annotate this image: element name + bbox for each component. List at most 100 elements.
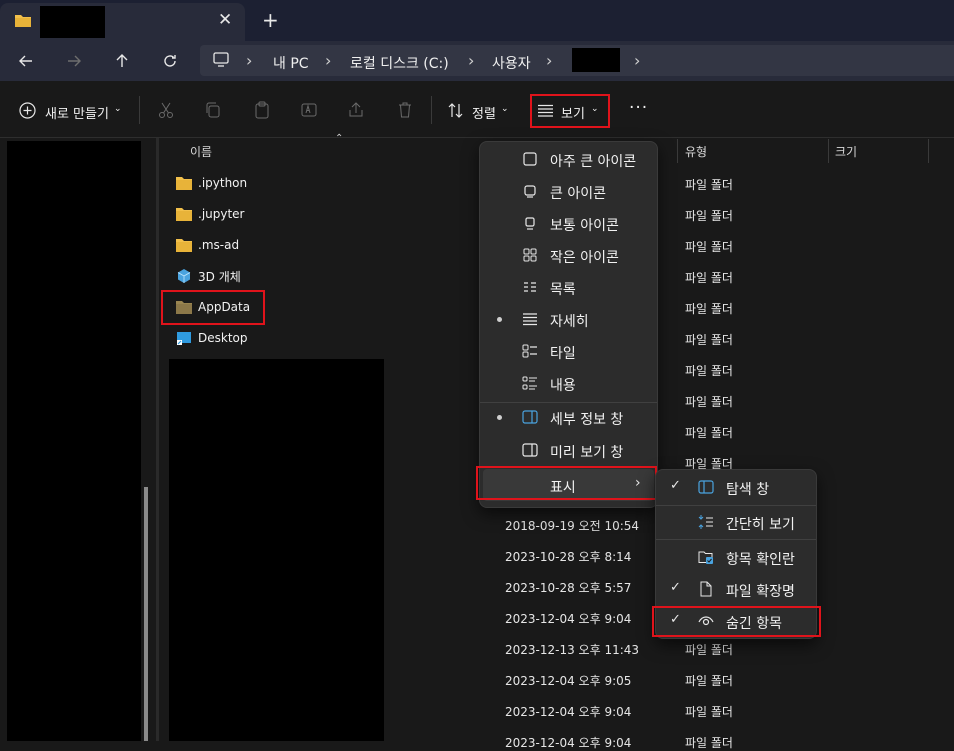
submenu-item-checkboxes[interactable]: 항목 확인란 — [656, 541, 816, 573]
file-type: 파일 폴더 — [685, 395, 733, 409]
chevron-right-icon: › — [246, 51, 253, 70]
window-tab[interactable]: ✕ — [0, 3, 245, 41]
column-header-name[interactable]: 이름 — [190, 143, 212, 160]
redacted-tab-title — [40, 6, 105, 38]
chevron-right-icon[interactable]: › — [634, 51, 640, 70]
file-type: 파일 폴더 — [685, 643, 733, 657]
folder-icon — [176, 239, 192, 252]
arrow-up-icon — [116, 54, 128, 67]
navigation-scrollbar[interactable] — [144, 487, 148, 741]
plus-circle-icon — [19, 102, 36, 119]
file-row[interactable]: Desktop — [176, 326, 248, 350]
breadcrumb-this-pc[interactable]: 내 PC — [273, 53, 309, 73]
checkbox-folder-icon — [698, 551, 713, 564]
up-button[interactable] — [109, 49, 135, 73]
menu-item-tiles[interactable]: 타일 — [480, 335, 657, 367]
appdata-highlight — [161, 290, 265, 325]
column-divider[interactable] — [677, 139, 678, 163]
file-row[interactable]: .ms-ad — [176, 233, 239, 257]
paste-icon[interactable] — [253, 101, 271, 119]
show-item-highlight — [476, 466, 657, 500]
refresh-button[interactable] — [157, 49, 183, 73]
column-header-type[interactable]: 유형 — [685, 143, 707, 160]
file-name: .ipython — [198, 176, 248, 190]
more-options-button[interactable]: ··· — [629, 98, 648, 118]
menu-item-content[interactable]: 내용 — [480, 367, 657, 399]
share-icon[interactable] — [347, 101, 365, 119]
view-dropdown-menu: 아주 큰 아이콘 큰 아이콘 보통 아이콘 작은 아이콘 목록 자세히 타일 내… — [479, 141, 658, 508]
close-tab-button[interactable]: ✕ — [218, 10, 232, 30]
toolbar-divider — [139, 96, 140, 124]
chevron-down-icon: ⌄ — [501, 104, 509, 114]
redacted-file-list — [169, 359, 384, 741]
file-type: 파일 폴더 — [685, 240, 733, 254]
submenu-item-file-extensions[interactable]: ✓ 파일 확장명 — [656, 573, 816, 605]
file-type: 파일 폴더 — [685, 736, 733, 750]
column-header-size[interactable]: 크기 — [835, 143, 857, 160]
breadcrumb-local-disk[interactable]: 로컬 디스크 (C:) — [350, 53, 449, 73]
hidden-items-highlight — [652, 606, 821, 637]
folder-icon — [176, 177, 192, 190]
view-button-highlight — [530, 94, 610, 128]
file-extension-icon — [700, 581, 712, 597]
column-divider[interactable] — [928, 139, 929, 163]
submenu-item-compact-view[interactable]: 간단히 보기 — [656, 506, 816, 538]
extra-large-icons-icon — [523, 152, 537, 166]
menu-item-details-pane[interactable]: 세부 정보 창 — [480, 401, 657, 433]
breadcrumb-users[interactable]: 사용자 — [492, 53, 531, 73]
menu-item-extra-large-icons[interactable]: 아주 큰 아이콘 — [480, 143, 657, 175]
content-view-icon — [522, 376, 537, 390]
check-icon: ✓ — [670, 478, 681, 493]
sort-ascending-icon: ⌃ — [335, 133, 344, 144]
file-type: 파일 폴더 — [685, 333, 733, 347]
redacted-username — [572, 48, 620, 72]
desktop-icon — [177, 332, 191, 345]
preview-pane-icon — [522, 443, 538, 457]
redacted-navigation-tree — [7, 141, 141, 741]
date-modified: 2023-12-04 오후 9:04 — [505, 736, 632, 750]
file-name: 3D 개체 — [198, 269, 241, 284]
large-icons-icon — [524, 185, 536, 198]
file-type: 파일 폴더 — [685, 705, 733, 719]
date-modified: 2023-10-28 오후 5:57 — [505, 581, 632, 595]
title-bar: ✕ + — [0, 0, 954, 41]
menu-item-medium-icons[interactable]: 보통 아이콘 — [480, 207, 657, 239]
date-modified: 2023-12-04 오후 9:04 — [505, 612, 632, 626]
column-divider[interactable] — [828, 139, 829, 163]
selected-dot-icon — [497, 317, 502, 322]
menu-item-details[interactable]: 자세히 — [480, 303, 657, 335]
medium-icons-icon — [525, 217, 535, 230]
menu-separator — [656, 539, 816, 540]
sort-button[interactable]: 정렬 — [472, 103, 496, 122]
menu-item-small-icons[interactable]: 작은 아이콘 — [480, 239, 657, 271]
cut-icon[interactable] — [157, 101, 175, 119]
submenu-item-navigation-pane[interactable]: ✓ 탐색 창 — [656, 471, 816, 503]
new-tab-button[interactable]: + — [262, 8, 279, 32]
file-row[interactable]: .jupyter — [176, 202, 245, 226]
file-name: .jupyter — [198, 207, 245, 221]
menu-item-list[interactable]: 목록 — [480, 271, 657, 303]
details-view-icon — [523, 313, 537, 326]
file-row[interactable]: 3D 개체 — [176, 264, 241, 288]
menu-item-large-icons[interactable]: 큰 아이콘 — [480, 175, 657, 207]
pane-divider[interactable] — [156, 138, 159, 741]
new-button[interactable]: 새로 만들기 — [45, 103, 109, 122]
forward-button[interactable] — [61, 49, 87, 73]
folder-icon — [15, 15, 31, 27]
date-modified: 2023-12-13 오후 11:43 — [505, 643, 640, 657]
chevron-right-icon: › — [546, 51, 553, 70]
delete-icon[interactable] — [396, 101, 414, 119]
details-pane-icon — [522, 410, 538, 424]
selected-dot-icon — [497, 415, 502, 420]
file-name: Desktop — [198, 331, 248, 345]
navigation-pane-icon — [698, 480, 714, 494]
back-button[interactable] — [13, 49, 39, 73]
copy-icon[interactable] — [204, 101, 222, 119]
rename-icon[interactable] — [300, 101, 318, 119]
file-type: 파일 폴더 — [685, 302, 733, 316]
date-modified: 2023-12-04 오후 9:04 — [505, 705, 632, 719]
file-row[interactable]: .ipython — [176, 171, 247, 195]
menu-item-preview-pane[interactable]: 미리 보기 창 — [480, 434, 657, 466]
date-modified: 2023-10-28 오후 8:14 — [505, 550, 632, 564]
chevron-right-icon: › — [325, 51, 332, 70]
